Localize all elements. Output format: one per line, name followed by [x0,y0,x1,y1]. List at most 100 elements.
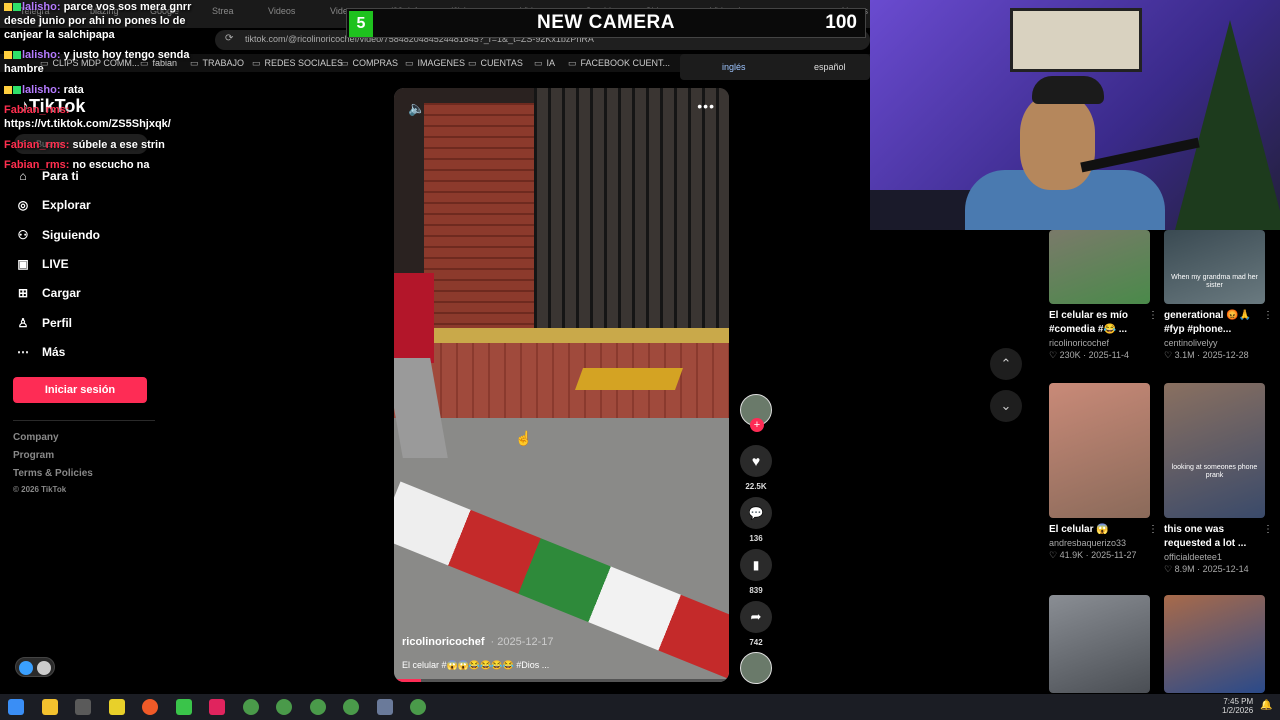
clock-time: 7:45 PM [1223,697,1254,706]
card-more-icon[interactable]: ⋮ [1263,310,1273,321]
card-title[interactable]: this one was requested a lot ... [1164,523,1265,551]
card-more-icon[interactable]: ⋮ [1148,524,1158,535]
sidebar-item-label: Cargar [42,286,81,301]
calculator-icon[interactable] [376,699,393,715]
tiktok-icon[interactable] [209,699,225,715]
like-count: 22.5K [745,482,767,491]
card-date: 2025-12-28 [1202,350,1249,360]
tray-clock[interactable]: 7:45 PM 1/2/2026 [1222,697,1253,715]
card-stats: ♡ 8.9M · 2025-12-14 [1164,564,1249,574]
chrome-icon[interactable] [309,699,326,715]
card-more-icon[interactable]: ⋮ [1148,310,1158,321]
upload-icon: ⊞ [17,286,29,301]
recommended-video-card[interactable] [1049,595,1150,693]
bookmark-item[interactable]: REDES SOCIALES [252,58,344,69]
recommended-video-card[interactable]: El celular es mío #comedia #😂 ... ⋮ ricoli… [1049,230,1158,361]
sidebar-item-siguiendo[interactable]: ⚇ Siguiendo [14,223,164,247]
card-title[interactable]: El celular es mío #comedia #😂 ... [1049,309,1150,337]
card-author[interactable]: ricolinoricochef [1049,338,1150,348]
sticky-notes-icon[interactable] [108,699,125,715]
lang-option-other[interactable]: español [814,62,846,72]
live-icon: ▣ [17,256,29,271]
reload-icon[interactable]: ⟳ [225,33,233,44]
brave-icon[interactable] [142,699,158,715]
heart-icon: ♡ [1049,350,1060,360]
sidebar-item-más[interactable]: ⋯ Más [14,340,164,364]
bookmark-item[interactable]: IA [534,58,556,69]
extension-toggle[interactable] [15,657,55,677]
crown-badge-icon [4,51,12,60]
card-author[interactable]: officialdeetee1 [1164,552,1265,562]
card-title[interactable]: El celular 😱 [1049,523,1150,537]
card-more-icon[interactable]: ⋮ [1263,524,1273,535]
footer-link-company[interactable]: Company [13,432,59,443]
recommended-video-card[interactable]: El celular 😱 ⋮ andresbaquerizo33 ♡ 41.9K · … [1049,383,1158,561]
chrome-icon[interactable] [242,699,259,715]
bookmark-item[interactable]: FACEBOOK CUENT... [568,58,671,69]
comment-button[interactable]: 💬 [740,497,772,529]
obs-icon[interactable] [75,699,91,715]
video-thumbnail[interactable] [1049,595,1150,693]
sidebar-item-label: LIVE [42,256,69,271]
recommended-video-card[interactable] [1164,595,1265,693]
video-thumbnail[interactable] [1049,383,1150,518]
streamer-cap [1032,76,1104,104]
login-button[interactable]: Iniciar sesión [13,377,147,403]
video-progress-fill [394,679,421,682]
sub-badge-icon [13,3,21,12]
save-button[interactable]: ▮ [740,549,772,581]
bookmark-item[interactable]: CUENTAS [468,58,523,69]
card-date: 2025-11-27 [1091,550,1137,560]
chrome-icon[interactable] [276,699,292,715]
thumbnail-overlay-text: looking at someones phone prank [1171,464,1258,479]
sidebar-item-explorar[interactable]: ◎ Explorar [14,193,164,217]
following-icon: ⚇ [17,227,29,242]
chrome-icon[interactable] [343,699,359,715]
notification-icon[interactable]: 🔔 [1260,700,1272,711]
recommended-video-card[interactable]: looking at someones phone prank this one … [1164,383,1273,575]
scroll-up-button[interactable]: ⌃ [990,348,1022,380]
goal-title: NEW CAMERA [537,12,675,33]
scroll-down-button[interactable]: ⌄ [990,390,1022,422]
follow-plus-icon[interactable]: + [750,418,764,432]
footer-link-program[interactable]: Program [13,450,54,461]
sidebar-item-cargar[interactable]: ⊞ Cargar [14,281,164,305]
browser-tab[interactable]: Strea [212,6,264,22]
green-app-icon[interactable] [175,699,192,715]
sidebar-item-live[interactable]: ▣ LIVE [14,252,164,276]
goal-counter-right: 100 [825,12,857,33]
video-progress-bar[interactable] [394,679,729,682]
cursor-icon: ☝ [515,430,533,446]
heart-icon: ♡ [1164,350,1175,360]
chat-message: Fabian_rms: no escucho na [4,159,150,171]
video-player[interactable]: 🔈 ••• ricolinoricochef · 2025-12-17 El ce… [394,88,729,682]
chevron-up-icon: ⌃ [1000,356,1012,371]
footer-link-terms[interactable]: Terms & Policies [13,468,93,479]
more-options-icon[interactable]: ••• [697,98,715,114]
like-button[interactable]: ♥ [740,445,772,477]
chat-message: lalisho: parce vos sos mera gnrr desde j… [4,1,192,41]
lang-option-active[interactable]: inglés [722,62,746,72]
browser-tab[interactable]: Videos [268,6,326,22]
video-thumbnail[interactable] [1049,230,1150,304]
sound-disc[interactable] [740,652,772,684]
video-author-name[interactable]: ricolinoricochef [402,636,485,648]
volume-icon[interactable]: 🔈 [408,100,425,117]
video-author[interactable]: ricolinoricochef · 2025-12-17 [402,636,554,648]
card-title[interactable]: generational 😡🙏 #fyp #phone... [1164,309,1265,337]
file-explorer-icon[interactable] [41,699,58,715]
sidebar-item-perfil[interactable]: ♙ Perfil [14,311,164,335]
chrome-icon[interactable] [410,699,426,715]
bookmark-item[interactable]: IMAGENES [405,58,466,69]
video-thumbnail[interactable] [1164,595,1265,693]
card-likes: 41.9K [1059,550,1084,560]
recommended-video-card[interactable]: When my grandma mad her sister generation… [1164,230,1273,361]
video-thumbnail[interactable]: looking at someones phone prank [1164,383,1265,518]
bookmark-item[interactable]: COMPRAS [340,58,399,69]
share-button[interactable]: ➦ [740,601,772,633]
card-author[interactable]: andresbaquerizo33 [1049,538,1150,548]
windows-start-icon[interactable] [8,699,24,715]
author-avatar[interactable]: + [740,394,772,432]
card-author[interactable]: centinolivelyy [1164,338,1265,348]
video-thumbnail[interactable]: When my grandma mad her sister [1164,230,1265,304]
